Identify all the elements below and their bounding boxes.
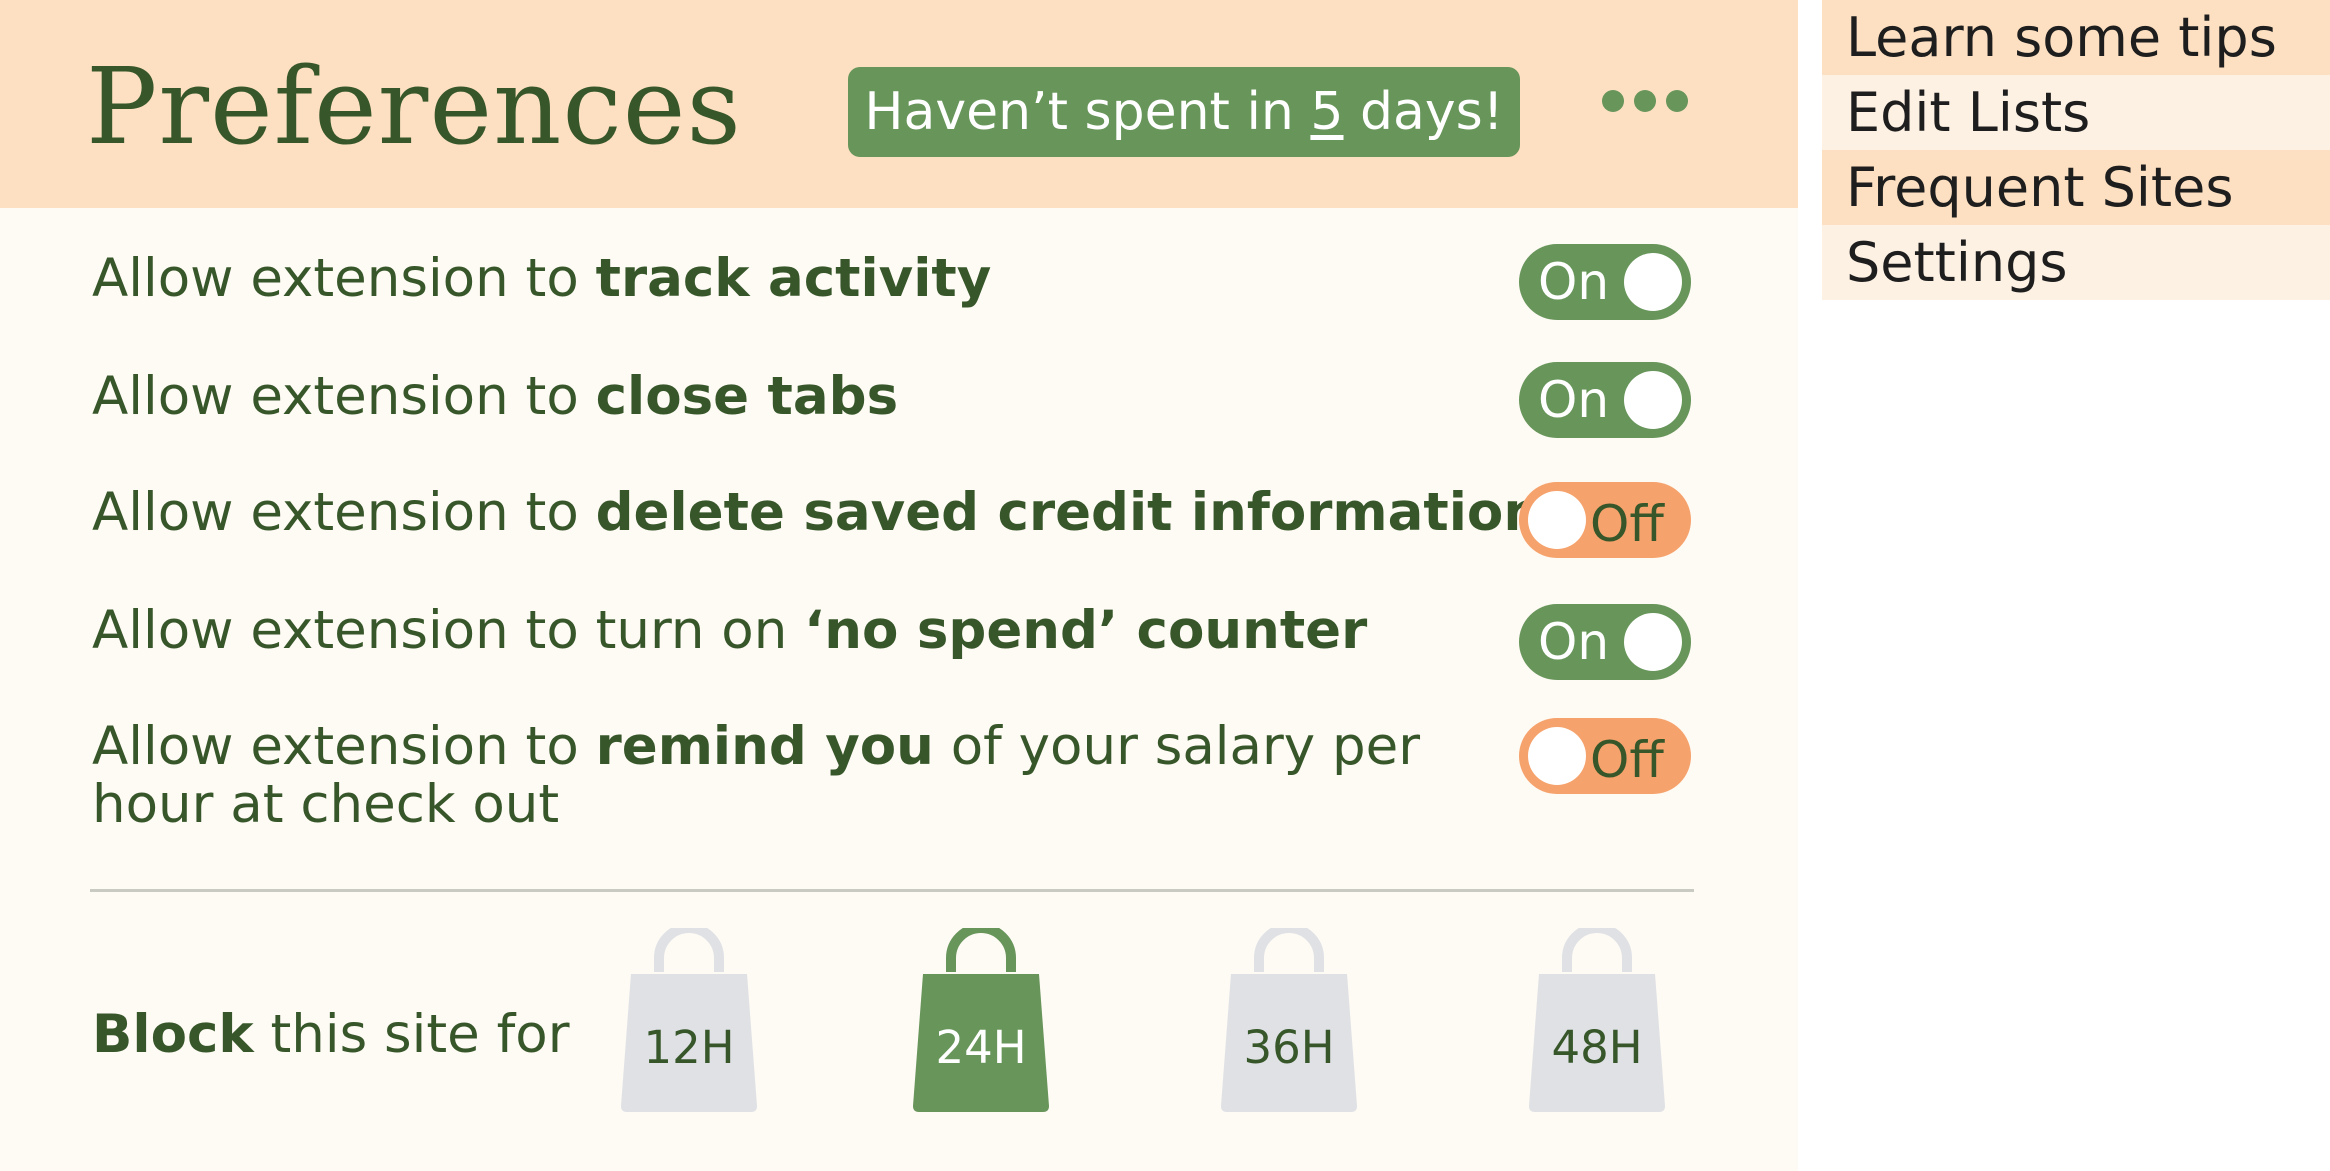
- toggle-state-text: On: [1538, 371, 1610, 429]
- streak-suffix: days!: [1343, 82, 1504, 142]
- toggle-state-text: Off: [1590, 495, 1664, 553]
- toggle-no-spend-counter[interactable]: On: [1519, 604, 1691, 680]
- block-36h-button[interactable]: 36H: [1217, 928, 1361, 1114]
- pref-bold: track activity: [595, 248, 992, 309]
- pref-bold: ‘no spend’ counter: [804, 600, 1368, 661]
- menu-item-frequent-sites[interactable]: Frequent Sites: [1822, 150, 2330, 225]
- bag-label: 24H: [935, 1021, 1027, 1074]
- pref-bold: delete saved credit information: [595, 482, 1542, 543]
- preferences-panel: Preferences Haven’t spent in 5 days! All…: [0, 0, 1798, 1171]
- pref-prefix: Allow extension to: [92, 716, 596, 777]
- bag-label: 48H: [1551, 1021, 1643, 1074]
- no-spend-streak-badge: Haven’t spent in 5 days!: [848, 67, 1520, 157]
- preferences-header: Preferences Haven’t spent in 5 days!: [0, 0, 1798, 208]
- section-divider: [90, 889, 1694, 892]
- menu-item-settings[interactable]: Settings: [1822, 225, 2330, 300]
- toggle-knob: [1624, 613, 1682, 671]
- toggle-knob: [1528, 491, 1586, 549]
- streak-prefix: Haven’t spent in: [864, 82, 1311, 142]
- bag-label: 12H: [643, 1021, 735, 1074]
- toggle-track-activity[interactable]: On: [1519, 244, 1691, 320]
- pref-no-spend-counter-label: Allow extension to turn on ‘no spend’ co…: [92, 602, 1367, 660]
- pref-track-activity-label: Allow extension to track activity: [92, 250, 991, 308]
- pref-prefix: Allow extension to: [92, 366, 596, 427]
- pref-suffix: of your salary per: [933, 716, 1421, 777]
- pref-prefix: Allow extension to turn on: [92, 600, 805, 661]
- toggle-delete-credit[interactable]: Off: [1519, 482, 1691, 558]
- side-menu: Learn some tips Edit Lists Frequent Site…: [1822, 0, 2330, 300]
- streak-days-count: 5: [1310, 82, 1344, 142]
- pref-prefix: Allow extension to: [92, 248, 596, 309]
- toggle-knob: [1624, 371, 1682, 429]
- toggle-salary-reminder[interactable]: Off: [1519, 718, 1691, 794]
- toggle-state-text: Off: [1590, 731, 1664, 789]
- toggle-state-text: On: [1538, 613, 1610, 671]
- pref-salary-reminder-label: Allow extension to remind you of your sa…: [92, 718, 1420, 834]
- more-dots-icon[interactable]: [1598, 86, 1692, 116]
- pref-close-tabs-label: Allow extension to close tabs: [92, 368, 898, 426]
- block-bold: Block: [92, 1004, 254, 1065]
- bag-label: 36H: [1243, 1021, 1335, 1074]
- dot: [1634, 90, 1656, 112]
- dot: [1666, 90, 1688, 112]
- block-12h-button[interactable]: 12H: [617, 928, 761, 1114]
- menu-item-edit-lists[interactable]: Edit Lists: [1822, 75, 2330, 150]
- pref-suffix-line2: hour at check out: [92, 774, 560, 835]
- toggle-knob: [1528, 727, 1586, 785]
- toggle-state-text: On: [1538, 253, 1610, 311]
- block-rest: this site for: [253, 1004, 570, 1065]
- pref-prefix: Allow extension to: [92, 482, 596, 543]
- pref-delete-credit-label: Allow extension to delete saved credit i…: [92, 484, 1541, 542]
- block-site-label: Block this site for: [92, 1006, 570, 1064]
- dot: [1602, 90, 1624, 112]
- menu-item-learn-tips[interactable]: Learn some tips: [1822, 0, 2330, 75]
- toggle-knob: [1624, 253, 1682, 311]
- page-title: Preferences: [86, 45, 742, 168]
- pref-bold: remind you: [595, 716, 934, 777]
- block-48h-button[interactable]: 48H: [1525, 928, 1669, 1114]
- block-24h-button[interactable]: 24H: [909, 928, 1053, 1114]
- pref-bold: close tabs: [595, 366, 899, 427]
- toggle-close-tabs[interactable]: On: [1519, 362, 1691, 438]
